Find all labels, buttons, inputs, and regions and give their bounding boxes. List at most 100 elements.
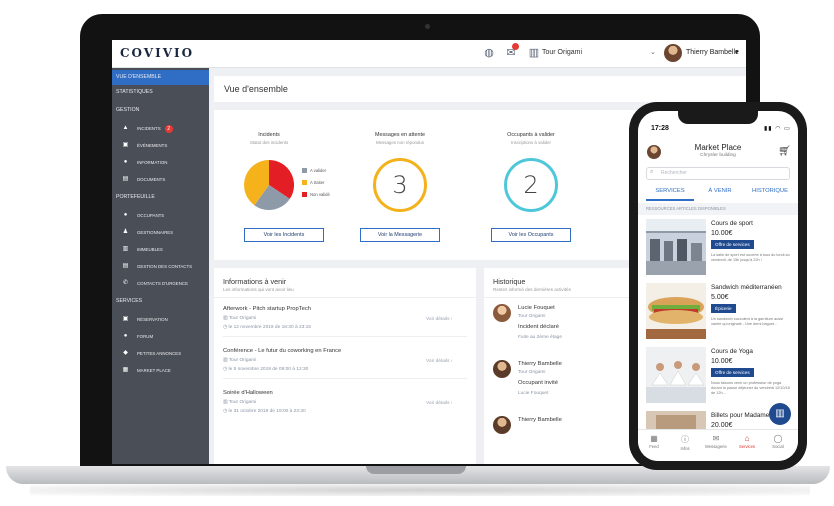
sandwich-image[interactable] [646, 283, 706, 339]
view-occupants-button[interactable]: Voir les Occupants [491, 228, 571, 242]
avatar [493, 416, 511, 434]
event-details-link[interactable]: Voir détails › [426, 317, 452, 322]
manager-icon: ♟ [122, 229, 129, 235]
legend-swatch [302, 180, 307, 186]
history-desc: Lucie Fouquet [518, 391, 549, 396]
nav-social[interactable]: ◯ Social [764, 434, 792, 449]
event-date: ◷ le 12 novembre 2019 de 18:30 à 23:15 [223, 325, 311, 330]
sidebar-item-contacts-urgence[interactable]: ✆ CONTACTS D'URGENCE [112, 276, 209, 291]
sidebar-item-market-place[interactable]: ▦ MARKET PLACE [112, 363, 209, 378]
page-title: Vue d'ensemble [224, 84, 288, 94]
nav-services[interactable]: ⌂ Services [733, 434, 761, 449]
tab-historique[interactable]: HISTORIQUE [746, 188, 794, 194]
history-location: Tour Origami [518, 370, 546, 375]
signal-wifi-battery-icon: ▮▮ ◠ ▭ [764, 126, 791, 132]
event-title[interactable]: Conférence - Le futur du coworking en Fr… [223, 348, 341, 354]
divider [223, 336, 467, 337]
resource-title[interactable]: Billets pour Madame [711, 412, 769, 419]
resource-title[interactable]: Cours de Yoga [711, 348, 753, 355]
sidebar-item-information[interactable]: ● INFORMATION [112, 155, 209, 170]
document-icon: ▤ [122, 176, 129, 182]
occupants-subtitle: Inscriptions à valider [510, 140, 552, 145]
sidebar-item-reservation[interactable]: ▣ RÉSERVATION [112, 312, 209, 327]
sidebar: VUE D'ENSEMBLE STATISTIQUES GESTION ▲ INC… [112, 68, 209, 464]
store-icon: ▦ [122, 367, 129, 373]
sidebar-item-gestionnaires[interactable]: ♟ GESTIONNAIRES [112, 225, 209, 240]
event-date: ◷ le 5 novembre 2019 de 09:00 à 12:30 [223, 367, 309, 372]
sidebar-item-vue-ensemble[interactable]: VUE D'ENSEMBLE [112, 70, 209, 85]
incidents-pie-chart [244, 160, 294, 210]
grid-icon: ▦ [650, 434, 658, 443]
info-icon: ● [123, 159, 128, 165]
event-title[interactable]: Afterwork - Pitch startup PropTech [223, 306, 311, 312]
sidebar-item-petites-annonces[interactable]: ◆ PETITES ANNONCES [112, 346, 209, 361]
chevron-down-icon[interactable]: ▾ [735, 48, 739, 56]
avatar [493, 304, 511, 322]
incidents-subtitle: Statut des incidents [249, 140, 289, 145]
messages-count: 3 [373, 158, 427, 212]
tab-services[interactable]: SERVICES [646, 188, 694, 194]
phone-icon: ✆ [122, 280, 129, 286]
sidebar-item-incidents[interactable]: ▲ INCIDENTS 2 [112, 121, 209, 136]
view-incidents-button[interactable]: Voir les Incidents [244, 228, 324, 242]
phone-screen: 17:28 ▮▮ ◠ ▭ Market Place Chrysler build… [638, 111, 798, 461]
occupants-title: Occupants à valider [507, 132, 555, 138]
nav-messagerie[interactable]: ✉ Messagerie [702, 434, 730, 449]
event-details-link[interactable]: Voir détails › [426, 401, 452, 406]
building-selector[interactable]: Tour Origami [542, 49, 582, 56]
sidebar-item-statistiques[interactable]: STATISTIQUES [112, 85, 209, 100]
resource-price: 10.00€ [711, 358, 733, 365]
nav-feed[interactable]: ▦ Feed [640, 434, 668, 449]
chevron-down-icon[interactable]: ⌄ [650, 48, 656, 56]
view-messages-button[interactable]: Voir la Messagerie [360, 228, 440, 242]
phone-notch [678, 111, 758, 124]
cart-icon[interactable]: 🛒︎ [778, 146, 791, 157]
event-details-link[interactable]: Voir détails › [426, 359, 452, 364]
messages-title: Messages en attente [374, 132, 426, 138]
gym-image[interactable] [646, 219, 706, 275]
resource-title[interactable]: Sandwich méditerranéen [711, 284, 782, 291]
info-icon: ⓘ [681, 435, 689, 444]
app-logo[interactable]: COVIVIO [120, 46, 194, 60]
sidebar-item-forum[interactable]: ● FORUM [112, 329, 209, 344]
chat-icon: ● [123, 333, 128, 339]
camera-icon [425, 24, 430, 29]
avatar[interactable] [647, 145, 661, 159]
legend-swatch [302, 192, 307, 198]
globe-icon[interactable]: ◍ [482, 46, 496, 60]
history-action: Occupant invité [518, 380, 558, 386]
info-title: Informations à venir [223, 277, 287, 286]
phone-title: Market Place [694, 143, 742, 152]
search-input[interactable]: Rechercher [646, 167, 790, 180]
mail-icon: ✉ [712, 434, 720, 443]
history-subtitle: Restez informé des dernières activités [493, 287, 571, 292]
legend-item: A traiter [302, 180, 324, 186]
yoga-image[interactable] [646, 347, 706, 403]
tickets-image[interactable] [646, 411, 706, 429]
services-icon: ⌂ [744, 434, 750, 443]
incidents-badge: 2 [164, 124, 173, 133]
sidebar-item-occupants[interactable]: ● OCCUPANTS [112, 208, 209, 223]
sidebar-item-gestion-contacts[interactable]: ▤ GESTION DES CONTACTS [112, 259, 209, 274]
page-header: Vue d'ensemble [214, 76, 746, 102]
legend-item: A valider [302, 168, 326, 174]
resource-title[interactable]: Cours de sport [711, 220, 753, 227]
product-mockup: COVIVIO ◍ ✉ ▥ Tour Origami ⌄ Thierry Bam… [0, 0, 834, 506]
event-location: ▥ Tour Origami [223, 316, 257, 321]
history-action: Incident déclaré [518, 324, 559, 330]
avatar[interactable] [664, 44, 682, 62]
upcoming-info-card: Informations à venir Les informations qu… [214, 268, 476, 464]
laptop-shadow [30, 484, 810, 496]
user-menu[interactable]: Thierry Bambelle [686, 49, 739, 56]
event-title[interactable]: Soirée d'Halloween [223, 390, 273, 396]
event-date: ◷ le 31 octobre 2019 de 19:00 à 23:30 [223, 409, 306, 414]
nav-infos[interactable]: ⓘ Infos [671, 434, 699, 451]
resource-desc: La salle de sport est ouverte à tous du … [711, 253, 790, 262]
sidebar-section-portefeuille: PORTEFEUILLE [116, 194, 155, 200]
tab-a-venir[interactable]: À VENIR [696, 188, 744, 194]
sidebar-item-immeubles[interactable]: ▥ IMMEUBLES [112, 242, 209, 257]
tag-icon: ◆ [123, 350, 128, 356]
sidebar-item-evenements[interactable]: ▣ ÉVÉNEMENTS [112, 138, 209, 153]
building-icon[interactable]: ▥ [769, 403, 791, 425]
sidebar-item-documents[interactable]: ▤ DOCUMENTS [112, 172, 209, 187]
